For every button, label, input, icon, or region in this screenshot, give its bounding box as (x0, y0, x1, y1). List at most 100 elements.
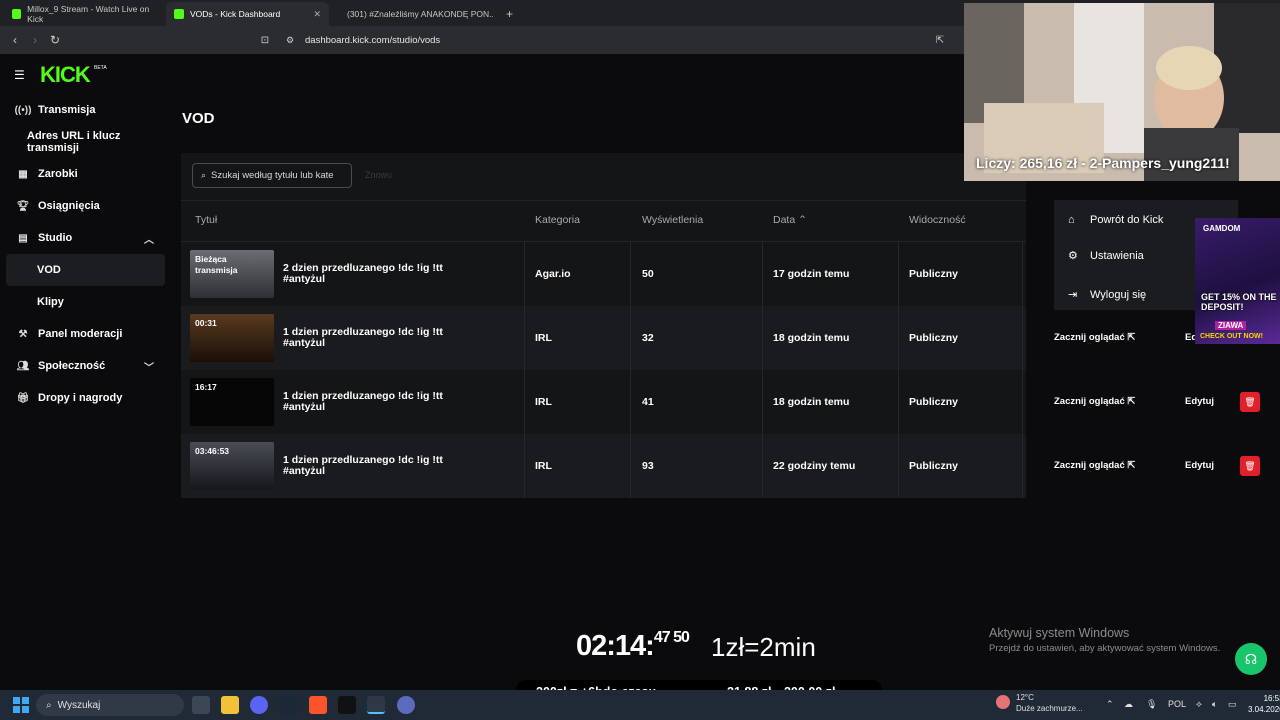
tab-title: Millox_9 Stream - Watch Live on Kick (27, 4, 150, 24)
epic-games-icon[interactable] (338, 696, 356, 714)
vod-category[interactable]: IRL (535, 332, 552, 344)
support-chat-button[interactable]: ☊ (1235, 643, 1267, 675)
edit-button[interactable]: Edytuj (1185, 396, 1214, 407)
vod-category[interactable]: IRL (535, 396, 552, 408)
share-icon[interactable]: ⇱ (930, 35, 950, 46)
sidebar-item-dropy[interactable]: 🎁︎ Dropy i nagrody (0, 382, 166, 414)
menu-item-settings[interactable]: ⚙ Ustawienia (1068, 249, 1144, 263)
bookmark-icon[interactable]: ⊡ (255, 35, 275, 46)
network-icon[interactable]: ☁ (1124, 699, 1133, 710)
ad-cta: CHECK OUT NOW! (1200, 333, 1263, 340)
kick-favicon-icon (12, 9, 22, 19)
vod-thumbnail[interactable]: 16:17 (190, 378, 274, 426)
vod-visibility: Publiczny (909, 460, 959, 472)
delete-button[interactable]: 🗑︎ (1240, 456, 1260, 476)
file-explorer-icon[interactable] (221, 696, 239, 714)
gift-icon: 🎁︎ (16, 392, 30, 404)
brave-icon[interactable] (309, 696, 327, 714)
chevron-up-icon[interactable]: ︿ (144, 231, 154, 246)
sponsor-banner[interactable]: GAMDOM GET 15% ON THE DEPOSIT! ZIAWA CHE… (1195, 218, 1280, 344)
vod-title[interactable]: 2 dzien przedluzanego !dc !ig !tt #antyż… (283, 263, 453, 285)
hamburger-menu-icon[interactable]: ☰ (14, 68, 25, 82)
taskbar-search[interactable]: ⌕ Wyszukaj (36, 694, 184, 716)
chevron-down-icon[interactable]: ﹀ (144, 359, 154, 374)
table-header (181, 200, 1026, 242)
battery-icon[interactable]: ▭ (1228, 699, 1237, 710)
delete-button[interactable]: 🗑︎ (1240, 392, 1260, 412)
tray-chevron-icon[interactable]: ⌃ (1106, 699, 1114, 710)
logout-icon: ⇥ (1068, 289, 1078, 301)
search-input[interactable]: ⌕ Szukaj według tytułu lub kate (192, 163, 352, 188)
vod-title[interactable]: 1 dzien przedluzanego !dc !ig !tt #antyż… (283, 391, 453, 413)
kick-favicon-icon (174, 9, 184, 19)
clock-date: 3.04.2026 (1248, 705, 1280, 714)
column-divider (630, 242, 631, 498)
language-indicator[interactable]: POL (1168, 699, 1186, 709)
menu-item-back-to-kick[interactable]: ⌂ Powrót do Kick (1068, 214, 1163, 226)
site-info-icon[interactable]: ⚙ (280, 35, 300, 46)
sidebar-item-studio[interactable]: ▤ Studio ︿ (0, 222, 166, 254)
app-icon[interactable] (397, 696, 415, 714)
kick-logo[interactable]: KICK (40, 62, 91, 88)
close-tab-icon[interactable]: ✕ (313, 9, 321, 20)
column-header-views[interactable]: Wyświetlenia (642, 214, 703, 226)
ghost-button[interactable]: Znowu (365, 170, 392, 180)
vod-thumbnail[interactable]: 00:31 (190, 314, 274, 362)
watch-button[interactable]: Zacznij oglądać ⇱ (1054, 396, 1135, 407)
vod-thumbnail[interactable]: 03:46:53 (190, 442, 274, 490)
wifi-icon[interactable]: ⟡ (1196, 699, 1202, 710)
sidebar-item-stream-key[interactable]: Adres URL i klucz transmisji (0, 126, 166, 158)
weather-desc: Duże zachmurze... (1016, 704, 1083, 713)
watch-button[interactable]: Zacznij oglądać ⇱ (1054, 460, 1135, 471)
sidebar-item-zarobki[interactable]: ▦ Zarobki (0, 158, 166, 190)
vod-category[interactable]: Agar.io (535, 268, 571, 280)
edit-button[interactable]: Edytuj (1185, 460, 1214, 471)
volume-icon[interactable]: 🔈︎ (1212, 699, 1217, 710)
watch-button[interactable]: Zacznij oglądać ⇱ (1054, 332, 1135, 343)
browser-tab[interactable]: (301) #Znaleźliśmy ANAKONDĘ PON... (333, 2, 493, 26)
windows-activation-title: Aktywuj system Windows (989, 626, 1130, 640)
sidebar-item-vod[interactable]: VOD (6, 254, 165, 286)
column-header-visibility[interactable]: Widoczność (909, 214, 966, 226)
vod-title[interactable]: 1 dzien przedluzanego !dc !ig !tt #antyż… (283, 455, 453, 477)
sidebar-item-panel-moderacji[interactable]: ⚒ Panel moderacji (0, 318, 166, 350)
browser-tab[interactable]: Millox_9 Stream - Watch Live on Kick (4, 2, 164, 26)
microphone-icon[interactable]: 🎙︎ (1146, 699, 1157, 710)
donation-caption: Liczy: 265,16 zł - 2-Pampers_yung211! (976, 155, 1230, 171)
vod-thumbnail[interactable]: Bieżąca transmisja (190, 250, 274, 298)
discord-icon[interactable] (250, 696, 268, 714)
vod-title[interactable]: 1 dzien przedluzanego !dc !ig !tt #antyż… (283, 327, 453, 349)
sidebar-item-label: Panel moderacji (38, 328, 123, 340)
sidebar-item-klipy[interactable]: Klipy (0, 286, 166, 318)
sort-arrow-icon: ⌃ (798, 214, 807, 226)
column-header-title[interactable]: Tytuł (195, 214, 217, 226)
vod-category[interactable]: IRL (535, 460, 552, 472)
ad-code: ZIAWA (1215, 321, 1247, 330)
back-icon[interactable]: ‹ (5, 33, 25, 47)
url-field[interactable]: dashboard.kick.com/studio/vods (305, 35, 440, 46)
steam-icon[interactable] (279, 696, 297, 714)
browser-tab-active[interactable]: VODs - Kick Dashboard ✕ (166, 2, 329, 26)
weather-icon (996, 695, 1010, 709)
task-view-icon[interactable] (192, 696, 210, 714)
windows-start-icon[interactable] (13, 697, 29, 713)
column-header-category[interactable]: Kategoria (535, 214, 580, 226)
column-header-date[interactable]: Data ⌃ (773, 214, 807, 226)
new-tab-button[interactable]: + (498, 2, 516, 26)
sidebar-item-spolecznosc[interactable]: 👥︎ Społeczność ﹀ (0, 350, 166, 382)
sidebar-item-label: Klipy (37, 296, 64, 308)
sidebar-item-osiagniecia[interactable]: 🏆︎ Osiągnięcia (0, 190, 166, 222)
menu-item-logout[interactable]: ⇥ Wyloguj się (1068, 288, 1146, 302)
vod-date: 18 godzin temu (773, 332, 850, 344)
trophy-icon: 🏆︎ (16, 200, 30, 212)
sidebar-item-transmisja[interactable]: ((•)) Transmisja (0, 94, 166, 126)
search-placeholder: Szukaj według tytułu lub kate (211, 170, 334, 181)
vod-date: 22 godziny temu (773, 460, 856, 472)
obs-icon[interactable] (367, 696, 385, 714)
forward-icon[interactable]: › (25, 33, 45, 47)
vod-visibility: Publiczny (909, 332, 959, 344)
reload-icon[interactable]: ↻ (45, 33, 65, 47)
weather-widget[interactable]: 12°C Duże zachmurze... (1016, 692, 1083, 714)
taskbar-clock[interactable]: 16:53 3.04.2026 (1248, 693, 1280, 715)
sidebar-item-label: Dropy i nagrody (38, 392, 123, 404)
